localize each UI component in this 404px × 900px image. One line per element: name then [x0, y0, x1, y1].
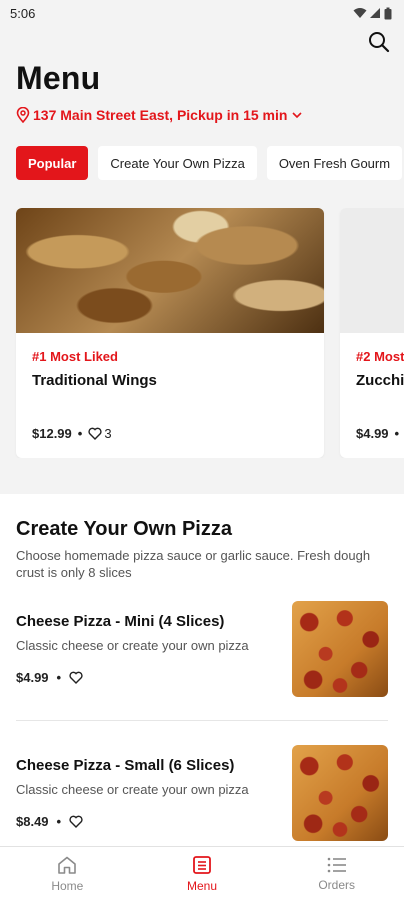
location-text: 137 Main Street East, Pickup in 15 min — [33, 107, 288, 123]
status-bar: 5:06 — [0, 0, 404, 26]
nav-orders[interactable]: Orders — [269, 847, 404, 900]
nav-home-label: Home — [51, 878, 84, 893]
nav-home[interactable]: Home — [0, 847, 135, 900]
separator-dot: • — [56, 814, 62, 829]
location-pin-icon — [16, 107, 30, 123]
featured-meta: $12.99 • 3 — [32, 426, 308, 441]
status-time: 5:06 — [10, 5, 36, 21]
chip-popular[interactable]: Popular — [16, 146, 89, 180]
wifi-icon — [353, 8, 367, 18]
nav-orders-label: Orders — [318, 877, 356, 892]
item-price: $8.49 — [16, 814, 49, 829]
pizza-image — [292, 745, 388, 841]
home-icon — [58, 856, 77, 874]
battery-icon — [384, 7, 392, 19]
separator-dot: • — [56, 670, 62, 685]
featured-price: $4.99 — [356, 426, 389, 441]
likes-count: 3 — [104, 426, 112, 441]
featured-name: Traditional Wings — [32, 372, 157, 389]
status-icons — [353, 7, 392, 20]
pizza-image — [292, 601, 388, 697]
featured-price: $12.99 — [32, 426, 72, 441]
separator-dot: • — [394, 426, 400, 441]
menu-item[interactable]: Cheese Pizza - Small (6 Slices) Classic … — [16, 745, 388, 841]
featured-image — [16, 208, 324, 333]
featured-card[interactable]: #1 Most Liked Traditional Wings $12.99 •… — [16, 208, 324, 458]
nav-menu-label: Menu — [186, 878, 218, 893]
signal-icon — [370, 8, 380, 18]
section-description: Choose homemade pizza sauce or garlic sa… — [16, 548, 371, 580]
separator-dot: • — [77, 426, 83, 441]
featured-rank: #1 Most Liked — [32, 349, 118, 364]
heart-icon — [88, 427, 102, 440]
featured-carousel: #1 Most Liked Traditional Wings $12.99 •… — [0, 208, 404, 458]
menu-section: Create Your Own Pizza Choose homemade pi… — [0, 494, 404, 846]
featured-card[interactable]: #2 Most Zucchi $4.99 • — [340, 208, 404, 458]
orders-icon — [327, 857, 346, 872]
chip-oven-fresh-gourmet[interactable]: Oven Fresh Gourm — [266, 146, 403, 180]
heart-icon[interactable] — [69, 815, 83, 828]
section-title: Create Your Own Pizza — [16, 518, 232, 540]
top-actions — [0, 26, 404, 58]
location-selector[interactable]: 137 Main Street East, Pickup in 15 min — [0, 97, 404, 123]
chip-create-your-own-pizza[interactable]: Create Your Own Pizza — [98, 146, 257, 180]
item-price: $4.99 — [16, 670, 49, 685]
featured-image — [340, 208, 404, 333]
featured-rank: #2 Most — [356, 349, 404, 364]
nav-menu[interactable]: Menu — [135, 847, 270, 900]
featured-meta: $4.99 • — [356, 426, 404, 441]
likes[interactable]: 3 — [88, 426, 112, 441]
chevron-down-icon — [292, 112, 303, 119]
heart-icon[interactable] — [69, 671, 83, 684]
page-title: Menu — [16, 60, 101, 96]
divider — [16, 720, 388, 721]
category-chips: Popular Create Your Own Pizza Oven Fresh… — [0, 146, 404, 180]
search-icon[interactable] — [368, 31, 390, 53]
menu-icon — [193, 855, 211, 874]
featured-name: Zucchi — [356, 372, 404, 389]
menu-item[interactable]: Cheese Pizza - Mini (4 Slices) Classic c… — [16, 601, 388, 697]
bottom-nav: Home Menu Orders — [0, 846, 404, 900]
